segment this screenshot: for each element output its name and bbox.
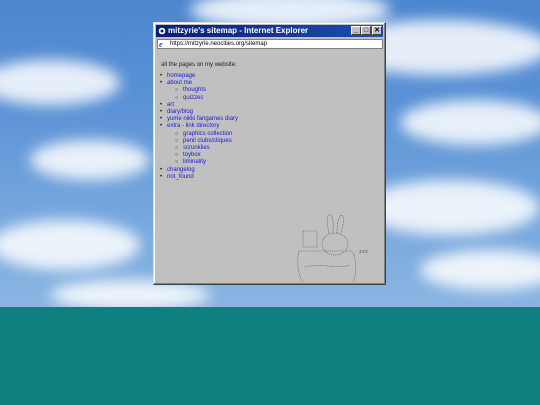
window-title: mitzyrie's sitemap - Internet Explorer — [168, 26, 309, 35]
list-item: thoughts — [175, 87, 238, 94]
browser-window: mitzyrie's sitemap - Internet Explorer _… — [153, 22, 386, 285]
link-scrunklies[interactable]: scrunklies — [183, 145, 210, 151]
list-item: art — [160, 102, 238, 109]
list-item: homepage — [160, 73, 238, 80]
list-item: graphics collection — [175, 131, 238, 138]
link-quizzes[interactable]: quizzes — [183, 95, 203, 101]
link-penil-clubs[interactable]: penil clubs/cliques — [183, 138, 232, 144]
sub-list: thoughts quizzes — [167, 87, 238, 102]
sub-list: graphics collection penil clubs/cliques … — [167, 131, 238, 167]
maximize-button[interactable]: □ — [361, 26, 371, 35]
list-item: diary/blog — [160, 109, 238, 116]
list-item: changelog — [160, 167, 238, 174]
address-bar[interactable]: e https://mitzyrie.neocities.org/sitemap — [157, 39, 383, 49]
sitemap-list: homepage about me thoughts quizzes art d… — [160, 73, 238, 181]
link-liminality[interactable]: liminality — [183, 159, 206, 165]
link-diary-blog[interactable]: diary/blog — [167, 109, 193, 115]
link-thoughts[interactable]: thoughts — [183, 87, 206, 93]
ie-icon — [158, 27, 166, 35]
page-intro: all the pages on my website: — [161, 62, 237, 68]
list-item: about me thoughts quizzes — [160, 80, 238, 102]
minimize-button[interactable]: _ — [351, 26, 361, 35]
list-item: quizzes — [175, 95, 238, 102]
list-item: yume nikki fangames diary — [160, 116, 238, 123]
link-about-me[interactable]: about me — [167, 80, 192, 86]
title-bar[interactable]: mitzyrie's sitemap - Internet Explorer _… — [156, 25, 383, 37]
link-homepage[interactable]: homepage — [167, 73, 195, 79]
link-yume-nikki[interactable]: yume nikki fangames diary — [167, 116, 238, 122]
link-art[interactable]: art — [167, 102, 174, 108]
list-item: penil clubs/cliques — [175, 138, 238, 145]
list-item: not_found — [160, 174, 238, 181]
link-graphics-collection[interactable]: graphics collection — [183, 131, 232, 137]
list-item: extra - link directory graphics collecti… — [160, 123, 238, 167]
list-item: scrunklies — [175, 145, 238, 152]
list-item: toybox — [175, 152, 238, 159]
close-button[interactable]: ✕ — [372, 26, 382, 35]
address-url: https://mitzyrie.neocities.org/sitemap — [170, 41, 268, 47]
link-extra-directory[interactable]: extra - link directory — [167, 123, 219, 129]
link-toybox[interactable]: toybox — [183, 152, 201, 158]
svg-text:e: e — [159, 40, 163, 48]
desktop-teal-ground — [0, 307, 540, 405]
svg-text:zzz: zzz — [359, 249, 368, 255]
list-item: liminality — [175, 159, 238, 166]
page-content: all the pages on my website: homepage ab… — [157, 51, 383, 282]
link-not-found[interactable]: not_found — [167, 174, 194, 180]
bunny-ascii-art: zzz — [297, 214, 368, 282]
page-e-icon: e — [159, 40, 163, 48]
link-changelog[interactable]: changelog — [167, 167, 195, 173]
